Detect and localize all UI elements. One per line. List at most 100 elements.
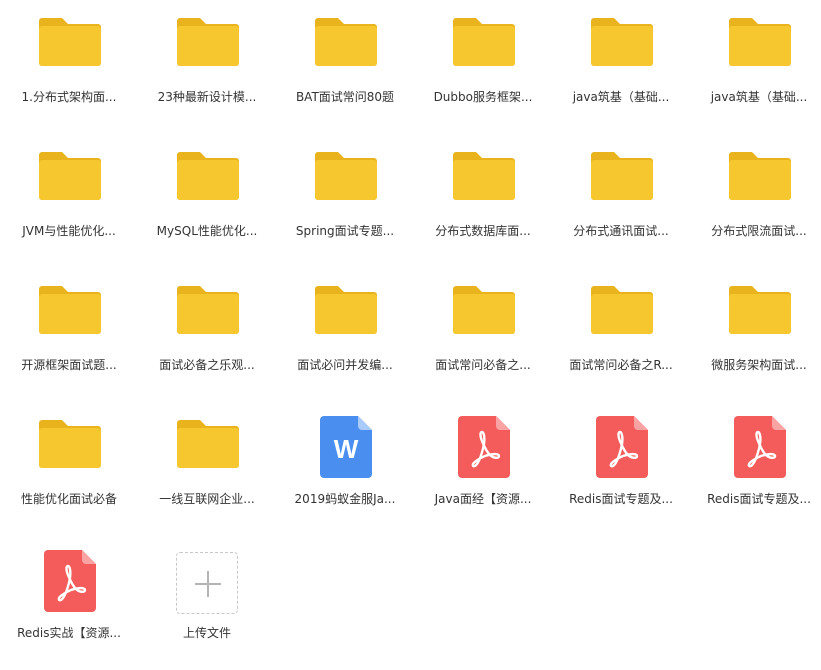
folder-icon bbox=[177, 286, 239, 334]
pdf-document-icon bbox=[458, 416, 510, 478]
file-item[interactable]: Redis面试专题及... bbox=[690, 402, 821, 536]
item-icon-wrap bbox=[138, 552, 276, 616]
item-icon-wrap bbox=[552, 150, 690, 214]
item-name: Java面经【资源... bbox=[434, 492, 532, 506]
folder-item[interactable]: 23种最新设计模... bbox=[138, 0, 276, 134]
item-icon-wrap bbox=[690, 284, 821, 348]
folder-item[interactable]: 开源框架面试题... bbox=[0, 268, 138, 402]
word-document-icon: W bbox=[320, 416, 372, 478]
item-name: java筑基（基础... bbox=[710, 90, 808, 104]
item-name: MySQL性能优化... bbox=[156, 224, 258, 238]
folder-item[interactable]: java筑基（基础... bbox=[552, 0, 690, 134]
item-name: 面试常问必备之... bbox=[435, 358, 531, 372]
folder-icon bbox=[591, 18, 653, 66]
svg-text:W: W bbox=[334, 434, 359, 464]
folder-item[interactable]: 分布式数据库面... bbox=[414, 134, 552, 268]
folder-item[interactable]: java筑基（基础... bbox=[690, 0, 821, 134]
folder-item[interactable]: 性能优化面试必备 bbox=[0, 402, 138, 536]
file-item[interactable]: Redis实战【资源... bbox=[0, 536, 138, 670]
item-name: JVM与性能优化... bbox=[22, 224, 116, 238]
item-name: 微服务架构面试... bbox=[711, 358, 807, 372]
item-icon-wrap bbox=[690, 150, 821, 214]
item-name: 分布式数据库面... bbox=[435, 224, 531, 238]
item-icon-wrap bbox=[690, 416, 821, 482]
item-icon-wrap bbox=[276, 150, 414, 214]
item-name: Redis实战【资源... bbox=[17, 626, 121, 640]
item-name: Spring面试专题... bbox=[295, 224, 395, 238]
folder-item[interactable]: BAT面试常问80题 bbox=[276, 0, 414, 134]
folder-icon bbox=[177, 420, 239, 468]
item-name: 分布式通讯面试... bbox=[573, 224, 669, 238]
item-name: Redis面试专题及... bbox=[707, 492, 811, 506]
item-icon-wrap bbox=[138, 16, 276, 80]
folder-icon bbox=[315, 152, 377, 200]
folder-item[interactable]: MySQL性能优化... bbox=[138, 134, 276, 268]
folder-icon bbox=[177, 152, 239, 200]
folder-icon bbox=[315, 18, 377, 66]
item-icon-wrap bbox=[276, 16, 414, 80]
folder-icon bbox=[729, 152, 791, 200]
item-name: 面试必备之乐观... bbox=[159, 358, 255, 372]
folder-item[interactable]: 面试常问必备之... bbox=[414, 268, 552, 402]
file-item[interactable]: Java面经【资源... bbox=[414, 402, 552, 536]
file-grid: 1.分布式架构面... 23种最新设计模... BAT面试常问80题 Dubbo… bbox=[0, 0, 821, 647]
folder-icon bbox=[39, 286, 101, 334]
item-icon-wrap bbox=[0, 284, 138, 348]
item-icon-wrap bbox=[138, 150, 276, 214]
item-name: 23种最新设计模... bbox=[157, 90, 257, 104]
folder-item[interactable]: Spring面试专题... bbox=[276, 134, 414, 268]
item-name: 2019蚂蚁金服Ja... bbox=[294, 492, 396, 506]
item-icon-wrap bbox=[690, 16, 821, 80]
item-icon-wrap bbox=[0, 150, 138, 214]
upload-label: 上传文件 bbox=[182, 626, 231, 640]
item-name: 面试必问并发编... bbox=[297, 358, 393, 372]
pdf-document-icon bbox=[44, 550, 96, 612]
folder-item[interactable]: 1.分布式架构面... bbox=[0, 0, 138, 134]
file-item[interactable]: Redis面试专题及... bbox=[552, 402, 690, 536]
item-name: 性能优化面试必备 bbox=[20, 492, 117, 506]
item-name: 面试常问必备之R... bbox=[569, 358, 673, 372]
item-name: 分布式限流面试... bbox=[711, 224, 807, 238]
upload-dropzone[interactable] bbox=[176, 552, 238, 614]
upload-file-button[interactable]: 上传文件 bbox=[138, 536, 276, 670]
pdf-document-icon bbox=[734, 416, 786, 478]
item-icon-wrap bbox=[414, 16, 552, 80]
folder-item[interactable]: JVM与性能优化... bbox=[0, 134, 138, 268]
folder-item[interactable]: 面试常问必备之R... bbox=[552, 268, 690, 402]
item-icon-wrap bbox=[0, 418, 138, 482]
folder-item[interactable]: 分布式限流面试... bbox=[690, 134, 821, 268]
folder-item[interactable]: 微服务架构面试... bbox=[690, 268, 821, 402]
item-icon-wrap bbox=[552, 16, 690, 80]
item-icon-wrap bbox=[552, 416, 690, 482]
item-icon-wrap bbox=[0, 550, 138, 616]
item-icon-wrap: W bbox=[276, 416, 414, 482]
folder-icon bbox=[39, 152, 101, 200]
folder-icon bbox=[591, 152, 653, 200]
folder-icon bbox=[315, 286, 377, 334]
pdf-document-icon bbox=[596, 416, 648, 478]
folder-icon bbox=[39, 420, 101, 468]
item-name: BAT面试常问80题 bbox=[295, 90, 395, 104]
folder-icon bbox=[453, 152, 515, 200]
folder-item[interactable]: 面试必备之乐观... bbox=[138, 268, 276, 402]
folder-item[interactable]: 分布式通讯面试... bbox=[552, 134, 690, 268]
folder-icon bbox=[591, 286, 653, 334]
item-name: Dubbo服务框架... bbox=[433, 90, 533, 104]
folder-item[interactable]: 一线互联网企业... bbox=[138, 402, 276, 536]
item-icon-wrap bbox=[138, 418, 276, 482]
folder-icon bbox=[39, 18, 101, 66]
folder-icon bbox=[453, 286, 515, 334]
item-icon-wrap bbox=[414, 416, 552, 482]
plus-icon bbox=[195, 571, 221, 597]
folder-item[interactable]: 面试必问并发编... bbox=[276, 268, 414, 402]
item-name: 开源框架面试题... bbox=[21, 358, 117, 372]
item-name: Redis面试专题及... bbox=[569, 492, 673, 506]
file-item[interactable]: W 2019蚂蚁金服Ja... bbox=[276, 402, 414, 536]
folder-item[interactable]: Dubbo服务框架... bbox=[414, 0, 552, 134]
folder-icon bbox=[729, 286, 791, 334]
folder-icon bbox=[177, 18, 239, 66]
item-name: 1.分布式架构面... bbox=[21, 90, 117, 104]
item-icon-wrap bbox=[276, 284, 414, 348]
folder-icon bbox=[729, 18, 791, 66]
item-name: 一线互联网企业... bbox=[159, 492, 255, 506]
